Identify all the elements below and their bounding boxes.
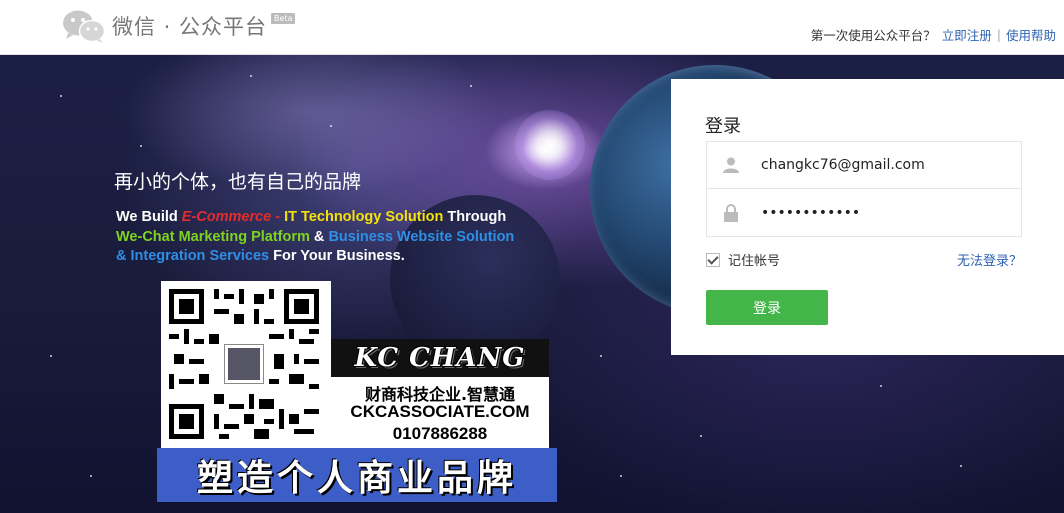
star-glow-decoration (515, 110, 585, 180)
promo-it-solution: IT Technology Solution (284, 209, 444, 225)
qr-code (161, 281, 331, 449)
cannot-login-link[interactable]: 无法登录？ (957, 250, 1022, 269)
promo-dash: - (271, 209, 285, 225)
logo[interactable]: 微信 · 公众平台 Beta (62, 6, 296, 46)
remember-account[interactable]: 记住帐号 (706, 250, 780, 269)
login-title: 登录 (705, 116, 741, 137)
first-time-text: 第一次使用公众平台？ (810, 28, 936, 43)
user-icon (707, 142, 755, 188)
star (620, 475, 622, 477)
top-header: 微信 · 公众平台 Beta 第一次使用公众平台？ 立即注册 | 使用帮助 (0, 0, 1064, 55)
kc-ad-name: KC CHANG (354, 343, 526, 373)
kc-ad-header: KC CHANG (331, 339, 549, 377)
help-link[interactable]: 使用帮助 (1006, 25, 1056, 44)
qr-center-image (224, 344, 264, 384)
star (960, 465, 962, 467)
username-input[interactable] (761, 157, 1011, 173)
star (60, 95, 62, 97)
lock-icon (707, 190, 755, 236)
logo-title: 微信 · 公众平台 (112, 15, 268, 39)
brand-slogan: 塑造个人商业品牌 (196, 457, 517, 499)
password-field[interactable] (706, 189, 1022, 237)
kc-ad-panel: KC CHANG 财商科技企业.智慧通 CKCASSOCIATE.COM 010… (331, 339, 549, 449)
star (50, 355, 52, 357)
promo-part: For Your Business. (269, 248, 405, 264)
wechat-logo-icon (62, 8, 106, 44)
promo-part: We Build (116, 209, 182, 225)
username-field[interactable] (706, 141, 1022, 189)
link-separator: | (996, 27, 1001, 42)
star (250, 75, 252, 77)
header-links: 第一次使用公众平台？ 立即注册 | 使用帮助 (811, 25, 1056, 44)
star (470, 85, 472, 87)
promo-integration: & Integration Services (116, 248, 270, 264)
beta-badge: Beta (271, 12, 296, 24)
promo-website-solution: Business Website Solution (328, 228, 515, 245)
star (90, 475, 92, 477)
register-link[interactable]: 立即注册 (942, 25, 992, 44)
promo-wechat-platform: We-Chat Marketing Platform (116, 228, 310, 245)
star (140, 145, 142, 147)
login-button[interactable]: 登录 (706, 290, 828, 325)
promo-ecommerce: E-Commerce (181, 209, 272, 225)
promo-part: & (309, 228, 329, 245)
star (600, 355, 602, 357)
star (700, 435, 702, 437)
login-panel: 登录 记住帐号 无法登录？ 登录 (671, 79, 1064, 355)
kc-ad-website: CKCASSOCIATE.COM (350, 402, 530, 421)
remember-label: 记住帐号 (728, 254, 781, 269)
remember-checkbox[interactable] (706, 252, 720, 267)
kc-ad-phone: 0107886288 (392, 424, 488, 443)
promo-text: We Build E-Commerce - IT Technology Solu… (116, 208, 576, 267)
banner-tagline: 再小的个体，也有自己的品牌 (114, 171, 362, 193)
star (330, 125, 332, 127)
password-input[interactable] (761, 204, 1011, 221)
star (880, 385, 882, 387)
promo-part: Through (443, 209, 507, 225)
brand-slogan-banner: 塑造个人商业品牌 (157, 448, 557, 502)
